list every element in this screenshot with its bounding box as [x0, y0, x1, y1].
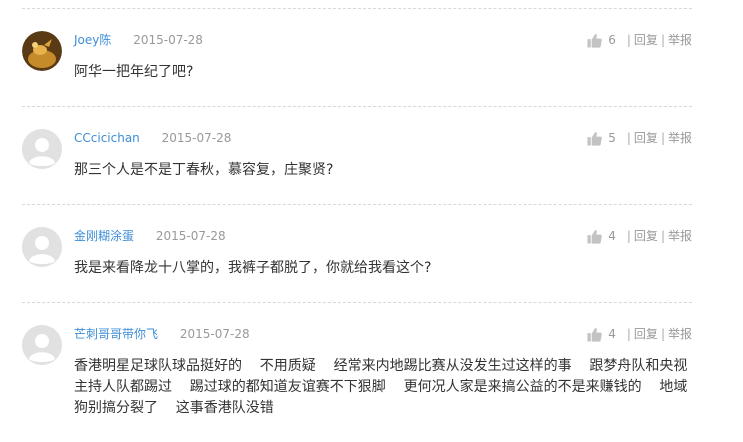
comment-text: 我是来看降龙十八掌的，我裤子都脱了，你就给我看这个? [74, 260, 432, 276]
comment-meta: CCcicichan 2015-07-28 [74, 129, 231, 147]
thumbs-up-icon[interactable] [587, 229, 603, 244]
comment-actions: 4 | 回复 | 举报 [587, 227, 692, 245]
divider [22, 106, 692, 107]
reply-link[interactable]: 回复 [634, 129, 658, 147]
comment-meta: 金刚糊涂蛋 2015-07-28 [74, 227, 226, 245]
like-count: 6 [608, 33, 616, 47]
comment-item: 芒刺哥哥带你飞 2015-07-28 4 | 回复 | 举报 香港明星足球队球品… [22, 325, 692, 442]
comment-actions: 4 | 回复 | 举报 [587, 325, 692, 343]
avatar-photo-icon [22, 31, 62, 71]
divider [22, 8, 692, 9]
comment-item: CCcicichan 2015-07-28 5 | 回复 | 举报 那三个人是不… [22, 129, 692, 205]
thumbs-up-icon[interactable] [587, 327, 603, 342]
avatar[interactable] [22, 227, 62, 267]
avatar[interactable] [22, 31, 62, 71]
thumbs-up-icon[interactable] [587, 33, 603, 48]
comment-item: 金刚糊涂蛋 2015-07-28 4 | 回复 | 举报 我是来看降龙十八掌的，… [22, 227, 692, 303]
comment-meta: 芒刺哥哥带你飞 2015-07-28 [74, 325, 250, 343]
comment-actions: 5 | 回复 | 举报 [587, 129, 692, 147]
username-link[interactable]: CCcicichan [74, 131, 140, 145]
default-user-avatar-icon [22, 129, 62, 169]
username-link[interactable]: Joey陈 [74, 33, 111, 47]
reply-link[interactable]: 回复 [634, 31, 658, 49]
report-link[interactable]: 举报 [668, 325, 692, 343]
like-count: 4 [608, 327, 616, 341]
comment-date: 2015-07-28 [133, 33, 203, 47]
comment-text: 阿华一把年纪了吧? [74, 64, 194, 80]
action-separator: | [660, 131, 665, 145]
action-separator: | [626, 229, 631, 243]
reply-link[interactable]: 回复 [634, 325, 658, 343]
report-link[interactable]: 举报 [668, 227, 692, 245]
divider [22, 302, 692, 303]
action-separator: | [660, 327, 665, 341]
comment-date: 2015-07-28 [155, 229, 226, 243]
avatar[interactable] [22, 325, 62, 365]
report-link[interactable]: 举报 [668, 129, 692, 147]
report-link[interactable]: 举报 [668, 31, 692, 49]
action-separator: | [626, 327, 631, 341]
avatar[interactable] [22, 129, 62, 169]
username-link[interactable]: 金刚糊涂蛋 [74, 229, 134, 243]
action-separator: | [626, 33, 631, 47]
comment-text: 那三个人是不是丁春秋，慕容复，庄聚贤? [74, 162, 334, 178]
username-link[interactable]: 芒刺哥哥带你飞 [74, 327, 158, 341]
divider [22, 204, 692, 205]
comment-date: 2015-07-28 [179, 327, 250, 341]
reply-link[interactable]: 回复 [634, 227, 658, 245]
comment-date: 2015-07-28 [161, 131, 232, 145]
default-user-avatar-icon [22, 227, 62, 267]
default-user-avatar-icon [22, 325, 62, 365]
action-separator: | [660, 33, 665, 47]
like-count: 4 [608, 229, 616, 243]
comment-actions: 6 | 回复 | 举报 [587, 31, 692, 49]
comment-text: 香港明星足球队球品挺好的 不用质疑 经常来内地踢比赛从没发生过这样的事 跟梦舟队… [74, 358, 688, 416]
action-separator: | [660, 229, 665, 243]
comment-meta: Joey陈 2015-07-28 [74, 31, 203, 49]
action-separator: | [626, 131, 631, 145]
like-count: 5 [608, 131, 616, 145]
comment-item: Joey陈 2015-07-28 6 | 回复 | 举报 阿华一把年纪了吧? [22, 31, 692, 107]
thumbs-up-icon[interactable] [587, 131, 603, 146]
